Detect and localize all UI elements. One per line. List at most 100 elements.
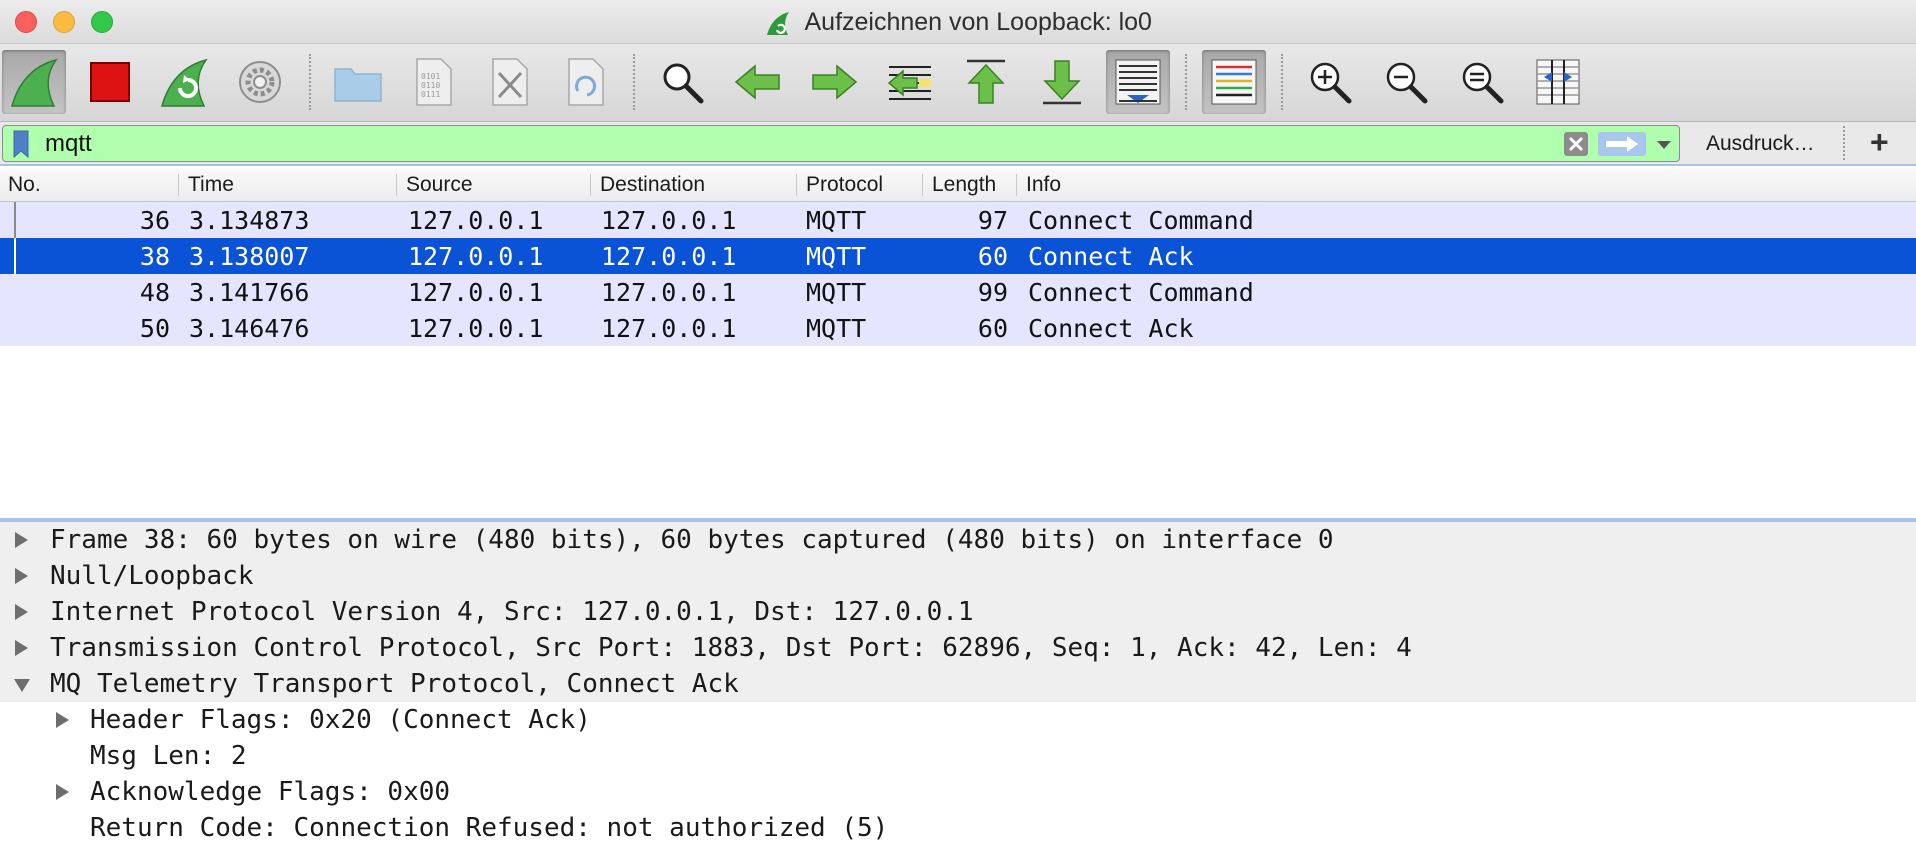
stop-square-icon <box>90 62 130 102</box>
resize-columns-icon <box>1536 59 1580 105</box>
svg-text:0101: 0101 <box>421 72 440 81</box>
detail-text: Msg Len: 2 <box>90 741 247 771</box>
expand-triangle-icon[interactable] <box>15 604 28 620</box>
detail-tree-item-expanded[interactable]: MQ Telemetry Transport Protocol, Connect… <box>0 666 1916 702</box>
start-capture-button[interactable] <box>2 50 66 114</box>
expand-triangle-icon[interactable] <box>15 568 28 584</box>
packet-destination: 127.0.0.1 <box>601 242 737 271</box>
expression-button[interactable]: Ausdruck… <box>1706 132 1815 156</box>
detail-subtree-item[interactable]: Acknowledge Flags: 0x00 <box>0 774 1916 810</box>
detail-text: Acknowledge Flags: 0x00 <box>90 777 451 807</box>
packet-protocol: MQTT <box>806 314 867 343</box>
packet-source: 127.0.0.1 <box>408 242 544 271</box>
detail-text: MQ Telemetry Transport Protocol, Connect… <box>50 669 739 699</box>
column-header-protocol[interactable]: Protocol <box>806 173 883 197</box>
detail-tree-item[interactable]: Internet Protocol Version 4, Src: 127.0.… <box>0 594 1916 630</box>
arrow-right-icon <box>812 64 858 100</box>
add-filter-button[interactable]: + <box>1870 124 1889 161</box>
detail-text: Transmission Control Protocol, Src Port:… <box>50 633 1412 663</box>
detail-subtree-item[interactable]: Return Code: Connection Refused: not aut… <box>0 810 1916 846</box>
shark-fin-icon <box>11 58 58 107</box>
zoom-in-button[interactable] <box>1298 50 1362 114</box>
binary-file-icon: 0101 0110 0111 <box>416 58 452 106</box>
packet-no: 36 <box>139 206 170 235</box>
go-to-packet-button[interactable] <box>878 50 942 114</box>
capture-options-button[interactable] <box>228 50 292 114</box>
detail-text: Null/Loopback <box>50 561 254 591</box>
go-forward-button[interactable] <box>802 50 866 114</box>
bookmark-icon[interactable] <box>7 129 35 159</box>
packet-list[interactable]: 36 3.134873 127.0.0.1 127.0.0.1 MQTT 97 … <box>0 202 1916 518</box>
filter-history-dropdown-icon[interactable] <box>1655 138 1673 150</box>
packet-details-pane[interactable]: Frame 38: 60 bytes on wire (480 bits), 6… <box>0 522 1916 858</box>
detail-tree-item[interactable]: Transmission Control Protocol, Src Port:… <box>0 630 1916 666</box>
colorize-button[interactable] <box>1202 50 1266 114</box>
detail-tree-item[interactable]: Null/Loopback <box>0 558 1916 594</box>
packet-no: 48 <box>139 278 170 307</box>
column-header-source[interactable]: Source <box>406 173 473 197</box>
expand-triangle-icon[interactable] <box>56 784 69 800</box>
packet-length: 97 <box>977 206 1008 235</box>
reload-file-icon <box>568 58 604 106</box>
packet-row[interactable]: 36 3.134873 127.0.0.1 127.0.0.1 MQTT 97 … <box>0 202 1916 238</box>
detail-subtree-item[interactable]: Msg Len: 2 <box>0 738 1916 774</box>
zoom-normal-button[interactable] <box>1450 50 1514 114</box>
svg-text:0110: 0110 <box>421 81 440 90</box>
svg-text:0111: 0111 <box>421 90 440 99</box>
packet-length: 60 <box>977 314 1008 343</box>
go-last-button[interactable] <box>1030 50 1094 114</box>
detail-text: Return Code: Connection Refused: not aut… <box>90 813 889 843</box>
go-first-button[interactable] <box>954 50 1018 114</box>
gear-icon <box>239 61 281 103</box>
open-file-button[interactable] <box>326 50 390 114</box>
wireshark-app-icon <box>764 9 792 37</box>
expand-triangle-icon[interactable] <box>56 712 69 728</box>
close-file-button[interactable] <box>478 50 542 114</box>
folder-icon <box>334 68 382 102</box>
packet-info: Connect Ack <box>1028 314 1194 343</box>
column-header-info[interactable]: Info <box>1026 173 1061 197</box>
resize-columns-button[interactable] <box>1526 50 1590 114</box>
arrow-up-first-icon <box>967 59 1005 104</box>
autoscroll-icon <box>1115 59 1161 105</box>
close-file-icon <box>492 58 528 106</box>
column-header-destination[interactable]: Destination <box>600 173 705 197</box>
arrow-left-icon <box>734 64 780 100</box>
title-bar: Aufzeichnen von Loopback: lo0 <box>0 0 1916 44</box>
go-back-button[interactable] <box>726 50 790 114</box>
go-to-packet-icon <box>887 66 931 100</box>
clear-filter-icon[interactable] <box>1563 131 1589 157</box>
zoom-out-icon <box>1386 62 1428 104</box>
packet-row[interactable]: 50 3.146476 127.0.0.1 127.0.0.1 MQTT 60 … <box>0 310 1916 346</box>
detail-subtree-item[interactable]: Header Flags: 0x20 (Connect Ack) <box>0 702 1916 738</box>
packet-source: 127.0.0.1 <box>408 278 544 307</box>
packet-row-selected[interactable]: 38 3.138007 127.0.0.1 127.0.0.1 MQTT 60 … <box>0 238 1916 274</box>
packet-destination: 127.0.0.1 <box>601 206 737 235</box>
stop-capture-button[interactable] <box>78 50 142 114</box>
reload-file-button[interactable] <box>554 50 618 114</box>
packet-protocol: MQTT <box>806 206 867 235</box>
column-header-no[interactable]: No. <box>8 173 41 197</box>
find-packet-button[interactable] <box>650 50 714 114</box>
packet-destination: 127.0.0.1 <box>601 314 737 343</box>
packet-no: 50 <box>139 314 170 343</box>
collapse-triangle-icon[interactable] <box>14 679 30 692</box>
expand-triangle-icon[interactable] <box>15 532 28 548</box>
zoom-out-button[interactable] <box>1374 50 1438 114</box>
expand-triangle-icon[interactable] <box>15 640 28 656</box>
packet-destination: 127.0.0.1 <box>601 278 737 307</box>
save-file-button[interactable]: 0101 0110 0111 <box>402 50 466 114</box>
display-filter-input[interactable] <box>45 128 1545 159</box>
detail-tree-item[interactable]: Frame 38: 60 bytes on wire (480 bits), 6… <box>0 522 1916 558</box>
packet-info: Connect Command <box>1028 206 1254 235</box>
restart-capture-button[interactable] <box>152 50 216 114</box>
packet-length: 60 <box>977 242 1008 271</box>
packet-row[interactable]: 48 3.141766 127.0.0.1 127.0.0.1 MQTT 99 … <box>0 274 1916 310</box>
display-filter-field[interactable] <box>2 125 1680 162</box>
column-header-length[interactable]: Length <box>932 173 996 197</box>
column-header-time[interactable]: Time <box>188 173 234 197</box>
autoscroll-button[interactable] <box>1106 50 1170 114</box>
apply-filter-icon[interactable] <box>1597 131 1647 157</box>
packet-time: 3.141766 <box>189 278 310 307</box>
packet-info: Connect Command <box>1028 278 1254 307</box>
